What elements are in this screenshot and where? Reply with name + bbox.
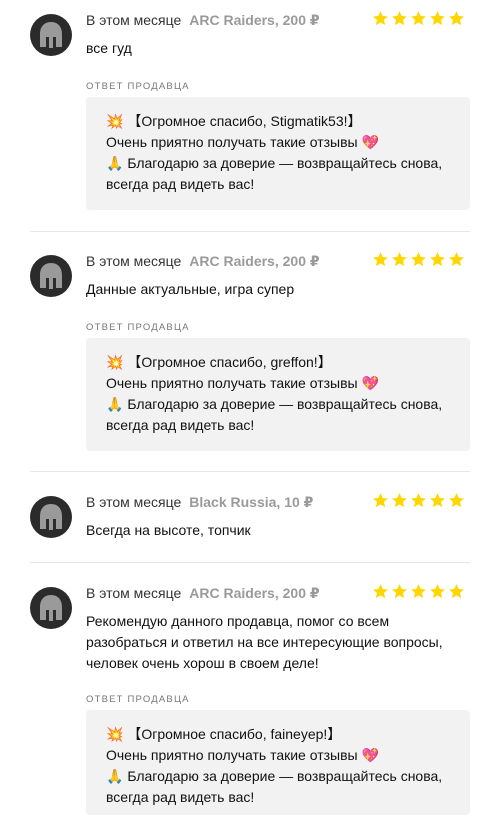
star-icon [392, 584, 407, 599]
rating-stars [372, 492, 465, 509]
divider [30, 471, 470, 472]
reply-line: Очень приятно получать такие отзывы 💖 [106, 134, 379, 150]
reply-label: ОТВЕТ ПРОДАВЦА [86, 81, 190, 92]
reply-line: 💥 【Огромное спасибо, greffon!】 [106, 354, 332, 370]
review-product[interactable]: Black Russia, 10 ₽ [189, 494, 313, 510]
review-date: В этом месяце [86, 494, 182, 510]
reply-line: 🙏 Благодарю за доверие — возвращайтесь с… [106, 155, 443, 192]
review-product[interactable]: ARC Raiders, 200 ₽ [189, 12, 319, 28]
spartan-helmet-icon [40, 22, 62, 48]
rating-stars [372, 10, 465, 27]
star-icon [449, 584, 464, 599]
star-icon [411, 252, 426, 267]
star-icon [373, 11, 388, 26]
star-icon [449, 493, 464, 508]
star-icon [373, 252, 388, 267]
review-meta: В этом месяце ARC Raiders, 200 ₽ [86, 253, 320, 270]
star-icon [430, 11, 445, 26]
review-text: Всегда на высоте, топчик [86, 522, 251, 538]
seller-reply: 💥 【Огромное спасибо, faineyep!】 Очень пр… [86, 710, 470, 815]
spartan-helmet-icon [40, 595, 62, 621]
divider [30, 562, 470, 563]
rating-stars [372, 251, 465, 268]
review-date: В этом месяце [86, 585, 182, 601]
review-text: Данные актуальные, игра супер [86, 281, 295, 297]
review-meta: В этом месяце Black Russia, 10 ₽ [86, 494, 313, 511]
star-icon [449, 11, 464, 26]
divider [30, 231, 470, 232]
review-meta: В этом месяце ARC Raiders, 200 ₽ [86, 12, 320, 29]
review-product[interactable]: ARC Raiders, 200 ₽ [189, 585, 319, 601]
seller-reply: 💥 【Огромное спасибо, greffon!】 Очень при… [86, 338, 470, 451]
reply-line: 🙏 Благодарю за доверие — возвращайтесь с… [106, 396, 443, 433]
reply-line: 💥 【Огромное спасибо, Stigmatik53!】 [106, 113, 362, 129]
star-icon [430, 252, 445, 267]
review-date: В этом месяце [86, 253, 182, 269]
review-meta: В этом месяце ARC Raiders, 200 ₽ [86, 585, 320, 602]
spartan-helmet-icon [40, 504, 62, 530]
review-text: все гуд [86, 40, 132, 56]
avatar[interactable] [30, 587, 72, 629]
avatar[interactable] [30, 255, 72, 297]
reply-line: Очень приятно получать такие отзывы 💖 [106, 747, 379, 763]
seller-reply: 💥 【Огромное спасибо, Stigmatik53!】 Очень… [86, 97, 470, 210]
star-icon [449, 252, 464, 267]
spartan-helmet-icon [40, 263, 62, 289]
review-text: Рекомендую данного продавца, помог со вс… [86, 613, 443, 671]
star-icon [411, 11, 426, 26]
star-icon [392, 11, 407, 26]
star-icon [430, 493, 445, 508]
reply-line: 💥 【Огромное спасибо, faineyep!】 [106, 726, 342, 742]
star-icon [411, 584, 426, 599]
star-icon [373, 584, 388, 599]
review-product[interactable]: ARC Raiders, 200 ₽ [189, 253, 319, 269]
avatar[interactable] [30, 496, 72, 538]
star-icon [373, 493, 388, 508]
reply-line: Очень приятно получать такие отзывы 💖 [106, 375, 379, 391]
reply-label: ОТВЕТ ПРОДАВЦА [86, 694, 190, 705]
reply-line: 🙏 Благодарю за доверие — возвращайтесь с… [106, 768, 443, 805]
reply-label: ОТВЕТ ПРОДАВЦА [86, 322, 190, 333]
avatar[interactable] [30, 14, 72, 56]
star-icon [392, 493, 407, 508]
rating-stars [372, 583, 465, 600]
star-icon [392, 252, 407, 267]
review-date: В этом месяце [86, 12, 182, 28]
star-icon [411, 493, 426, 508]
star-icon [430, 584, 445, 599]
